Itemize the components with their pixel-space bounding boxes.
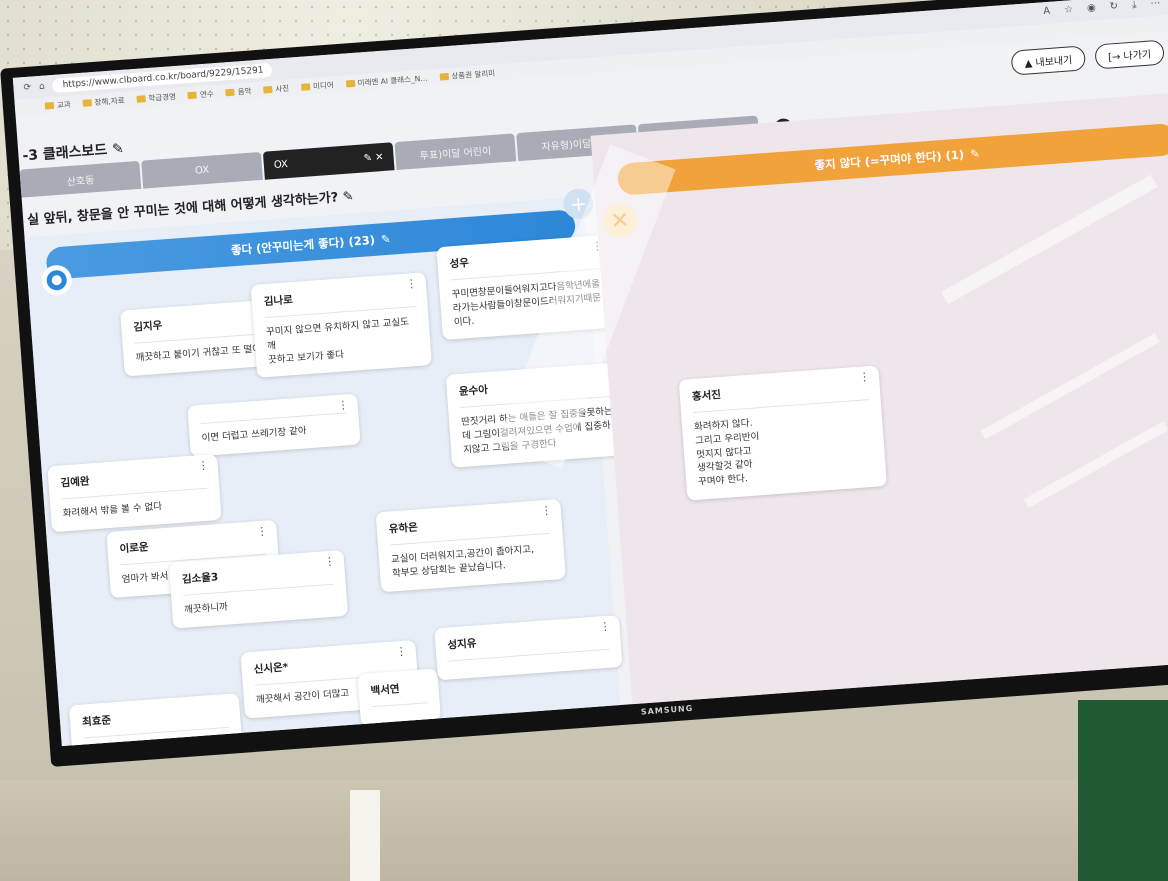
more-vertical-icon[interactable]: ⋮	[599, 620, 611, 634]
edit-pencil-icon[interactable]: ✎	[111, 141, 124, 158]
favorite-star-icon[interactable]: ☆	[1064, 4, 1074, 16]
more-vertical-icon[interactable]: ⋮	[405, 277, 417, 291]
chalkboard	[1078, 700, 1168, 881]
post-card[interactable]: ⋮ 이면 더럽고 쓰레기장 같아	[187, 393, 361, 457]
bookmark-item[interactable]: 미디어	[300, 79, 334, 92]
post-card[interactable]: ⋮ 성지유	[434, 614, 623, 681]
bookmark-item[interactable]: 연수	[187, 88, 215, 101]
more-vertical-icon[interactable]: ⋮	[197, 459, 209, 473]
more-vertical-icon[interactable]: ⋮	[256, 524, 268, 538]
column-header-disagree: 좋지 않다 (=꾸며야 한다) (1) ✎	[616, 122, 1168, 196]
bookmark-item[interactable]: 미래엔 AI 클래스_N...	[345, 72, 428, 89]
post-card[interactable]: 백서연	[357, 668, 441, 727]
tab-active[interactable]: OX ✎ ✕	[262, 142, 395, 180]
download-icon[interactable]: ⤓	[1132, 0, 1137, 11]
refresh-icon[interactable]: ↻	[1109, 1, 1118, 13]
home-icon[interactable]: ⌂	[39, 82, 45, 92]
bookmark-item[interactable]: 학급경영	[136, 91, 176, 105]
board-title: -3 클래스보드 ✎	[21, 140, 125, 165]
more-vertical-icon[interactable]: ⋮	[395, 645, 407, 659]
read-aloud-icon[interactable]: A	[1043, 6, 1051, 17]
post-card[interactable]: ⋮ 김나로 꾸미지 않으면 유치하지 않고 교실도 깨 끗하고 보기가 좋다	[250, 272, 432, 379]
more-vertical-icon[interactable]: ⋮	[324, 555, 336, 569]
light-reflection	[1023, 421, 1168, 508]
bookmark-item[interactable]: 사진	[263, 82, 290, 95]
bookmark-item[interactable]: 장해,자료	[82, 94, 125, 108]
more-vertical-icon[interactable]: ⋮	[540, 504, 552, 518]
column-disagree: 좋지 않다 (=꾸며야 한다) (1) ✎ ✕ ⋮ 홍서진 화려하지 않다. 그…	[590, 92, 1168, 705]
post-card[interactable]: ⋮ 유하은 교실이 더러워지고,공간이 좁아지고, 학부모 상담회는 끝났습니다…	[375, 498, 566, 592]
bookmark-item[interactable]: 음악	[225, 85, 252, 98]
back-icon[interactable]: ⟳	[23, 83, 31, 94]
tab-0[interactable]: 산호동	[19, 160, 142, 198]
edit-pencil-icon[interactable]: ✎	[363, 152, 372, 164]
edit-pencil-icon[interactable]: ✎	[380, 232, 391, 247]
bookmark-item[interactable]: 상품권 알리미	[439, 67, 495, 82]
floor	[0, 780, 1168, 881]
browser-extensions: A ☆ ◉ ↻ ⤓ ⋯	[1043, 0, 1161, 17]
close-icon[interactable]: ✕	[375, 151, 384, 163]
tab-3[interactable]: 투표)이달 어린이	[394, 133, 517, 171]
window-light	[350, 790, 380, 881]
post-card[interactable]: ⋮ 김예완 화려해서 밖을 볼 수 없다	[47, 453, 222, 533]
post-card[interactable]: ⋮ 홍서진 화려하지 않다. 그리고 우리반이 멋지지 않다고 생각할것 같아 …	[678, 365, 888, 501]
column-agree: 좋다 (안꾸미는게 좋다) (23) ✎ 김지우 깨끗하고 붙이기 귀찮고 또 …	[24, 196, 633, 747]
export-button[interactable]: ▲ 내보내기	[1010, 45, 1087, 76]
edit-pencil-icon[interactable]: ✎	[970, 146, 981, 161]
more-icon[interactable]: ⋯	[1150, 0, 1161, 9]
bookmark-item[interactable]: 교과	[44, 98, 71, 111]
board-actions: ▲ 내보내기 [→ 나가기	[1010, 39, 1165, 76]
post-card[interactable]: ⋮ 김소율3 깨끗하니까	[168, 549, 349, 629]
more-vertical-icon[interactable]: ⋮	[337, 398, 349, 412]
light-reflection	[941, 174, 1158, 305]
more-vertical-icon[interactable]: ⋮	[859, 370, 871, 384]
screen: ⟳ ⌂ https://www.clboard.co.kr/board/9229…	[12, 0, 1168, 747]
light-reflection	[980, 333, 1160, 440]
tv-monitor: SAMSUNG ⟳ ⌂ https://www.clboard.co.kr/bo…	[0, 0, 1168, 798]
edit-pencil-icon[interactable]: ✎	[342, 189, 354, 205]
extension-icon[interactable]: ◉	[1087, 2, 1097, 14]
tab-1[interactable]: OX	[141, 151, 263, 189]
exit-button[interactable]: [→ 나가기	[1094, 39, 1165, 70]
